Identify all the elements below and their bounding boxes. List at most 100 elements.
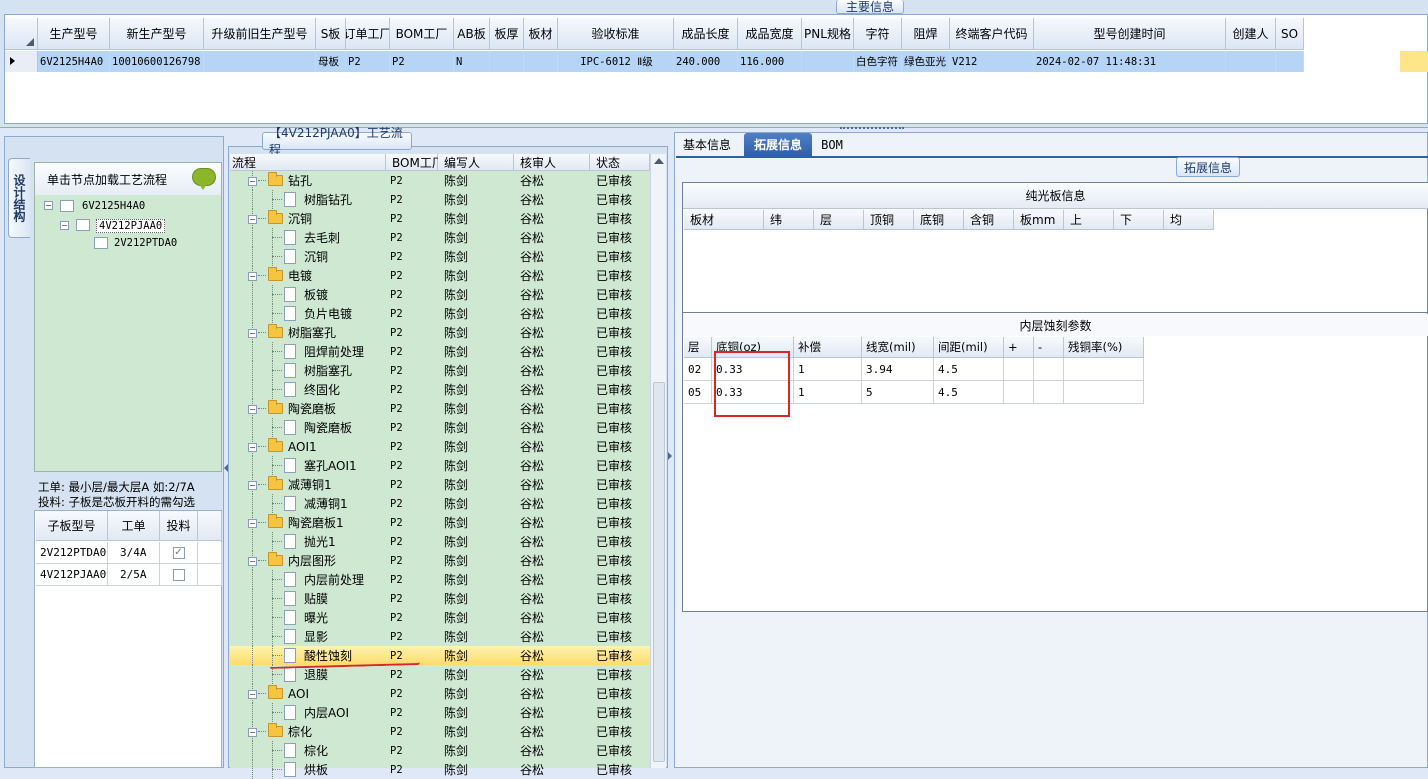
main-row-cell[interactable]: 2024-02-07 11:48:31 (1034, 51, 1226, 72)
collapse-toggle-icon[interactable]: − (248, 443, 257, 452)
main-row-cell[interactable]: N (454, 51, 490, 72)
feed-checkbox[interactable]: ✓ (172, 546, 185, 559)
process-row[interactable]: 内层AOI P2 陈剑 谷松 已审核 (230, 703, 650, 722)
bare-board-header[interactable]: 层 (814, 210, 864, 230)
process-row[interactable]: − 陶瓷磨板1 P2 陈剑 谷松 已审核 (230, 513, 650, 532)
process-row[interactable]: 酸性蚀刻 P2 陈剑 谷松 已审核 (230, 646, 650, 665)
column-header[interactable]: 升级前旧生产型号 (204, 18, 316, 50)
etch-header[interactable]: 补偿 (794, 337, 862, 358)
column-header[interactable]: 成品宽度 (738, 18, 802, 50)
etch-header[interactable]: 残铜率(%) (1064, 337, 1144, 358)
etch-cell[interactable]: 4.5 (934, 358, 1004, 381)
process-scrollbar[interactable] (650, 154, 666, 768)
process-row[interactable]: 负片电镀 P2 陈剑 谷松 已审核 (230, 304, 650, 323)
collapse-toggle-icon[interactable]: − (248, 272, 257, 281)
etch-header[interactable]: + (1004, 337, 1034, 358)
column-header[interactable]: 成品长度 (674, 18, 738, 50)
column-header[interactable]: AB板 (454, 18, 490, 50)
process-header[interactable]: BOM工厂 (386, 154, 444, 171)
etch-cell[interactable] (1064, 381, 1144, 404)
collapse-toggle-icon[interactable]: − (248, 215, 257, 224)
etch-cell[interactable] (1034, 381, 1064, 404)
collapse-toggle-icon[interactable]: − (248, 405, 257, 414)
column-header[interactable]: 生产型号 (38, 18, 110, 50)
process-header[interactable]: 编写人 (438, 154, 514, 171)
column-header[interactable]: 板厚 (490, 18, 524, 50)
bare-board-header[interactable]: 下 (1114, 210, 1164, 230)
collapse-toggle-icon[interactable]: − (248, 481, 257, 490)
process-row[interactable]: 板镀 P2 陈剑 谷松 已审核 (230, 285, 650, 304)
scroll-up-icon[interactable] (654, 158, 664, 164)
process-row[interactable]: − 内层图形 P2 陈剑 谷松 已审核 (230, 551, 650, 570)
subboard-order-cell[interactable]: 3/4A (108, 542, 160, 564)
bare-board-header[interactable]: 板mm (1014, 210, 1064, 230)
etch-cell[interactable]: 1 (794, 358, 862, 381)
grid-corner[interactable] (5, 18, 38, 50)
bare-board-header[interactable]: 均 (1164, 210, 1214, 230)
process-row[interactable]: 阻焊前处理 P2 陈剑 谷松 已审核 (230, 342, 650, 361)
main-row-cell[interactable] (1276, 51, 1304, 72)
process-row[interactable]: 终固化 P2 陈剑 谷松 已审核 (230, 380, 650, 399)
main-row-cell[interactable]: IPC-6012 Ⅱ级 (558, 51, 674, 72)
process-row[interactable]: 塞孔AOI1 P2 陈剑 谷松 已审核 (230, 456, 650, 475)
process-row[interactable]: 沉铜 P2 陈剑 谷松 已审核 (230, 247, 650, 266)
process-row[interactable]: − 沉铜 P2 陈剑 谷松 已审核 (230, 209, 650, 228)
process-row[interactable]: 树脂塞孔 P2 陈剑 谷松 已审核 (230, 361, 650, 380)
etch-cell[interactable]: 3.94 (862, 358, 934, 381)
etch-cell[interactable]: 05 (684, 381, 712, 404)
row-indicator[interactable] (5, 51, 38, 72)
process-row[interactable]: 烘板 P2 陈剑 谷松 已审核 (230, 760, 650, 779)
main-row-cell[interactable]: 116.000 (738, 51, 802, 72)
process-row[interactable]: 抛光1 P2 陈剑 谷松 已审核 (230, 532, 650, 551)
splitter-grip-top[interactable] (840, 127, 904, 131)
etch-cell[interactable] (1004, 358, 1034, 381)
process-row[interactable]: − AOI P2 陈剑 谷松 已审核 (230, 684, 650, 703)
etch-header[interactable]: - (1034, 337, 1064, 358)
column-header[interactable]: 字符 (854, 18, 902, 50)
main-row-cell[interactable]: 白色字符 (854, 51, 902, 72)
main-row-cell[interactable]: V212 (950, 51, 1034, 72)
main-row-cell[interactable]: P2 (346, 51, 390, 72)
main-row-cell[interactable] (204, 51, 316, 72)
column-header[interactable]: 创建人 (1226, 18, 1276, 50)
main-row-cell[interactable]: 240.000 (674, 51, 738, 72)
main-row-cell[interactable]: 母板 (316, 51, 346, 72)
subboard-model-cell[interactable]: 4V212PJAA0 (36, 564, 108, 586)
bare-board-header[interactable]: 上 (1064, 210, 1114, 230)
expand-toggle-icon[interactable]: − (44, 201, 53, 210)
etch-cell[interactable]: 4.5 (934, 381, 1004, 404)
tree-node-root[interactable]: 6V2125H4A0 (82, 200, 145, 212)
column-header[interactable]: 板材 (524, 18, 558, 50)
process-row[interactable]: 陶瓷磨板 P2 陈剑 谷松 已审核 (230, 418, 650, 437)
process-row[interactable]: − 钻孔 P2 陈剑 谷松 已审核 (230, 171, 650, 190)
process-row[interactable]: 去毛刺 P2 陈剑 谷松 已审核 (230, 228, 650, 247)
process-row[interactable]: − 棕化 P2 陈剑 谷松 已审核 (230, 722, 650, 741)
column-header[interactable]: BOM工厂 (390, 18, 454, 50)
subboard-model-cell[interactable]: 2V212PTDA0 (36, 542, 108, 564)
tab-bom[interactable]: BOM (814, 133, 850, 156)
process-header[interactable]: 核审人 (514, 154, 590, 171)
column-header[interactable]: SO (1276, 18, 1304, 50)
etch-cell[interactable] (1064, 358, 1144, 381)
process-row[interactable]: − 减薄铜1 P2 陈剑 谷松 已审核 (230, 475, 650, 494)
main-row-cell[interactable] (524, 51, 558, 72)
etch-cell[interactable]: 1 (794, 381, 862, 404)
collapse-toggle-icon[interactable]: − (248, 519, 257, 528)
bare-board-header[interactable]: 纬 (764, 210, 814, 230)
column-header[interactable]: 验收标准 (558, 18, 674, 50)
process-row[interactable]: 内层前处理 P2 陈剑 谷松 已审核 (230, 570, 650, 589)
subboard-order-cell[interactable]: 2/5A (108, 564, 160, 586)
column-header[interactable]: S板 (316, 18, 346, 50)
bare-board-header[interactable]: 板材 (684, 210, 764, 230)
main-row-cell[interactable] (490, 51, 524, 72)
collapse-toggle-icon[interactable]: − (248, 690, 257, 699)
expand-toggle-icon[interactable]: − (60, 221, 69, 230)
etch-header[interactable]: 线宽(mil) (862, 337, 934, 358)
process-row[interactable]: 显影 P2 陈剑 谷松 已审核 (230, 627, 650, 646)
tab-basic-info[interactable]: 基本信息 (676, 133, 738, 156)
column-header[interactable]: 订单工厂 (346, 18, 390, 50)
process-header[interactable]: 流程 (230, 154, 386, 171)
process-row[interactable]: − 树脂塞孔 P2 陈剑 谷松 已审核 (230, 323, 650, 342)
process-row[interactable]: 树脂钻孔 P2 陈剑 谷松 已审核 (230, 190, 650, 209)
bare-board-header[interactable]: 底铜 (914, 210, 964, 230)
